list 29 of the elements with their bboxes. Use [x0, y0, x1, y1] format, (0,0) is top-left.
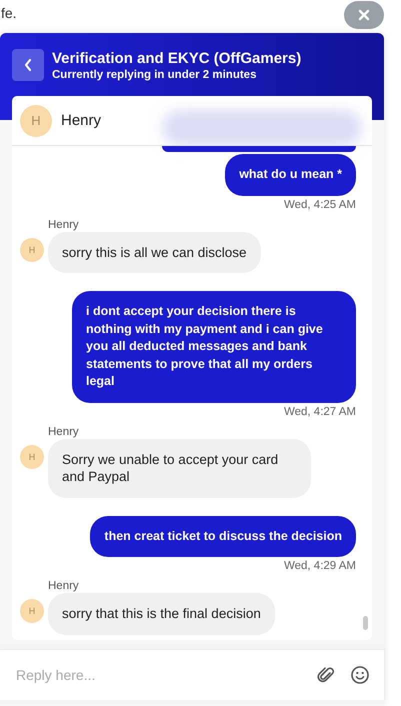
message-bubble: Sorry we unable to accept your card and Paypal: [48, 438, 311, 498]
message-time: Wed, 4:27 AM: [282, 406, 356, 418]
chat-title: Verification and EKYC (OffGamers): [52, 49, 302, 69]
sender-name: Henry: [48, 580, 80, 592]
agent-avatar: H: [20, 599, 44, 623]
smiley-icon: [350, 665, 370, 685]
agent-name: Henry: [61, 112, 102, 129]
message-bubble: what do u mean *: [225, 154, 356, 196]
message-bubble: sorry that this is the final decision: [48, 593, 275, 634]
sender-name: Henry: [48, 218, 80, 230]
scrollbar-thumb[interactable]: [363, 616, 368, 630]
message-time: Wed, 4:29 AM: [282, 560, 356, 572]
agent-avatar: H: [20, 444, 44, 468]
message-bubble: then creat ticket to discuss the decision: [90, 516, 356, 557]
close-icon: [358, 9, 370, 21]
back-icon: [23, 58, 33, 72]
agent-avatar: H: [20, 238, 44, 262]
back-button[interactable]: [12, 49, 44, 81]
attach-button[interactable]: [316, 665, 336, 685]
agent-avatar: H: [20, 104, 52, 136]
chat-subtitle: Currently replying in under 2 minutes: [52, 69, 258, 81]
sender-name: Henry: [48, 426, 80, 438]
emoji-button[interactable]: [350, 665, 370, 685]
page-text: fe.: [1, 5, 17, 21]
paperclip-icon: [316, 665, 336, 685]
close-button[interactable]: [344, 1, 384, 29]
message-bubble: i dont accept your decision there is nothing with my payment and i can give you all deducted messages and bank statements to prove that all my orders legal: [72, 291, 356, 402]
message-bubble: sorry this is all we can disclose: [48, 232, 261, 273]
message-time: Wed, 4:25 AM: [282, 198, 356, 210]
